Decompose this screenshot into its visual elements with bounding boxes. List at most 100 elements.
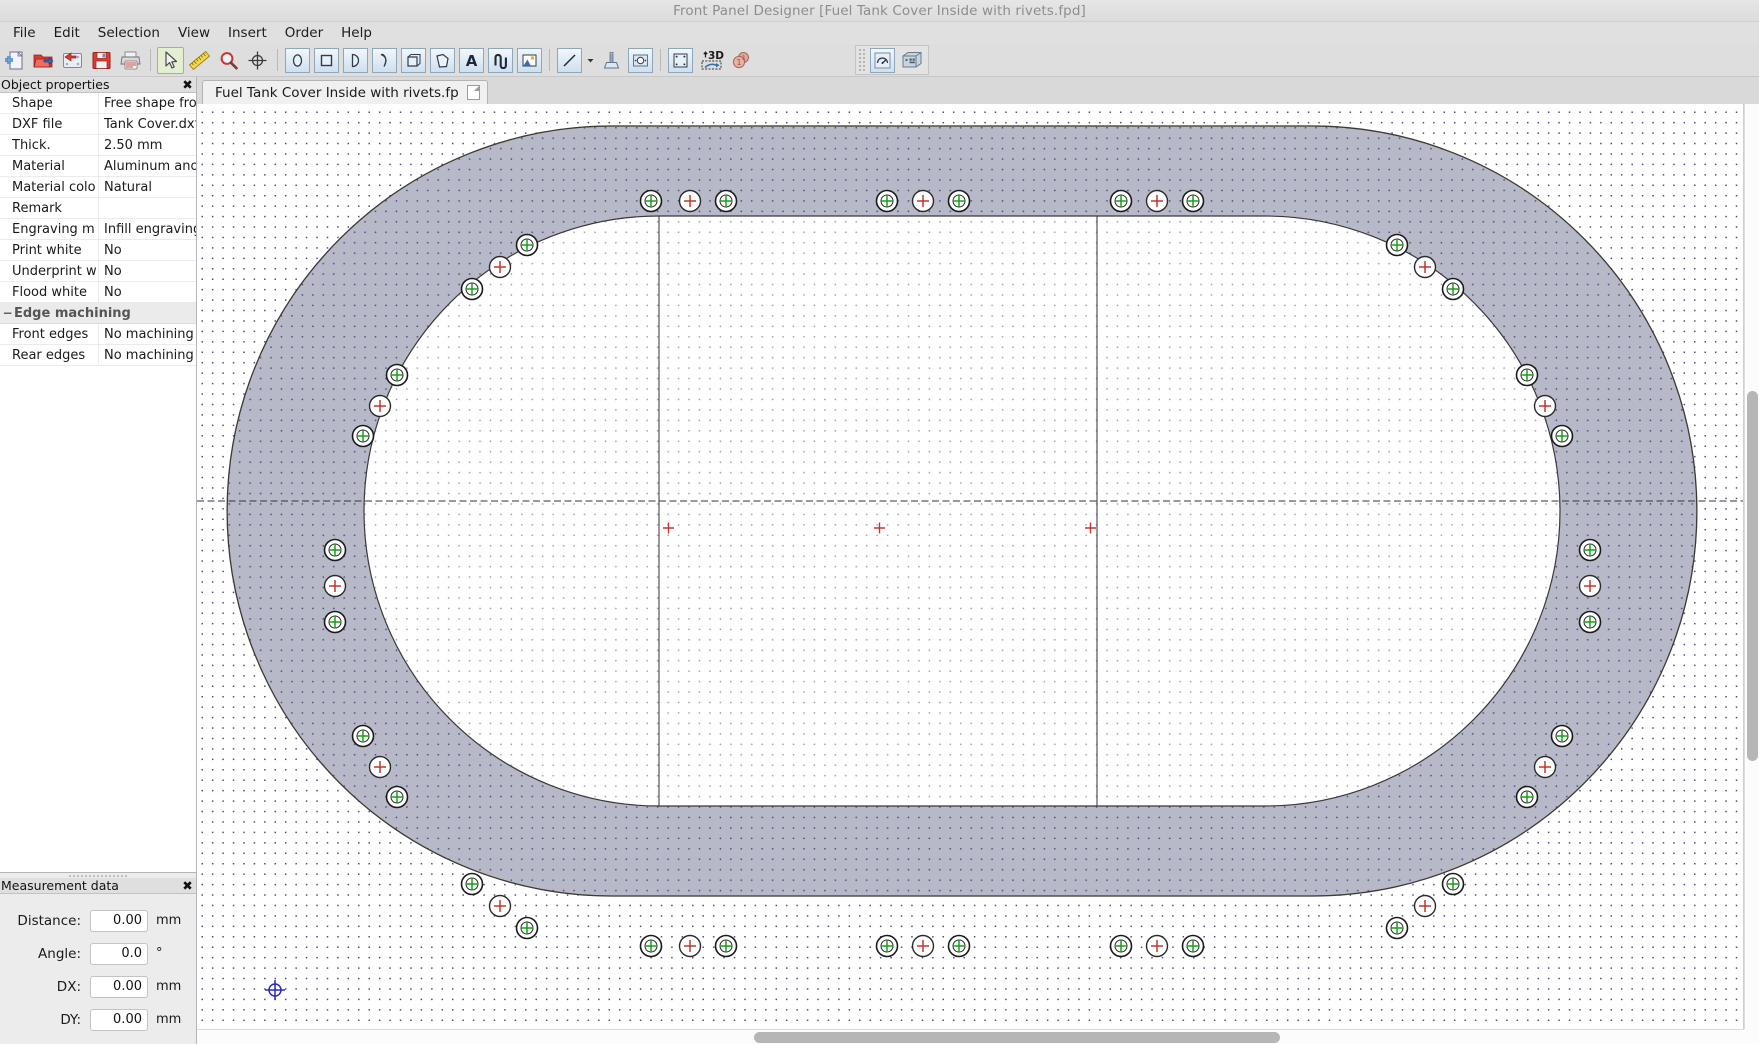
hole-marker-red bbox=[911, 934, 935, 958]
free-shape-icon bbox=[430, 47, 455, 73]
menu-help[interactable]: Help bbox=[332, 23, 381, 43]
zoom-tool-button[interactable] bbox=[215, 47, 242, 74]
property-group-edge-machining[interactable]: − Edge machining bbox=[0, 303, 196, 324]
property-value[interactable]: No machining bbox=[99, 324, 196, 345]
insert-threaded-stud-button[interactable] bbox=[598, 47, 625, 74]
dashboard-button[interactable] bbox=[869, 47, 896, 74]
object-properties-title: Object properties bbox=[1, 77, 110, 92]
dx-field[interactable]: 0.00 bbox=[90, 975, 148, 998]
print-button[interactable] bbox=[117, 47, 144, 74]
panel-body bbox=[226, 125, 1698, 897]
insert-free-shape-button[interactable] bbox=[429, 47, 456, 74]
menu-insert[interactable]: Insert bbox=[219, 23, 276, 43]
hole-marker-green bbox=[385, 785, 409, 809]
property-row-print-white[interactable]: Print white No bbox=[0, 239, 196, 261]
machine-box-icon bbox=[902, 52, 921, 68]
property-key: Engraving m bbox=[0, 218, 99, 240]
property-value[interactable]: No bbox=[99, 282, 196, 303]
menu-selection[interactable]: Selection bbox=[89, 23, 169, 43]
distance-field[interactable]: 0.00 bbox=[90, 909, 148, 932]
insert-round-hole-button[interactable] bbox=[284, 47, 311, 74]
document-icon bbox=[466, 85, 480, 100]
insert-line-button[interactable] bbox=[556, 47, 583, 74]
vertical-scrollbar-thumb[interactable] bbox=[1747, 390, 1758, 761]
new-document-button[interactable] bbox=[1, 47, 28, 74]
property-row-rear-edges[interactable]: Rear edges No machining bbox=[0, 344, 196, 366]
insert-symbol-button[interactable] bbox=[487, 47, 514, 74]
open-document-button[interactable] bbox=[30, 47, 57, 74]
insert-counterbore-button[interactable] bbox=[627, 47, 654, 74]
property-key: Underprint w bbox=[0, 260, 99, 282]
insert-pocket-button[interactable] bbox=[400, 47, 427, 74]
property-row-material[interactable]: Material Aluminum anod bbox=[0, 155, 196, 177]
hole-marker-red bbox=[1533, 755, 1557, 779]
property-row-remark[interactable]: Remark bbox=[0, 197, 196, 219]
select-tool-button[interactable] bbox=[157, 46, 184, 74]
measure-tool-button[interactable] bbox=[186, 47, 213, 74]
property-row-dxf-file[interactable]: DXF file Tank Cover.dxf bbox=[0, 113, 196, 135]
line-dropdown-button[interactable] bbox=[585, 47, 596, 74]
save-button[interactable] bbox=[88, 47, 115, 74]
object-properties-table[interactable]: Shape Free shape from DXF file Tank Cove… bbox=[0, 93, 196, 873]
left-dock: Object properties ✖ Shape Free shape fro… bbox=[0, 77, 197, 1044]
property-row-engraving-method[interactable]: Engraving m Infill engraving bbox=[0, 218, 196, 240]
close-icon[interactable]: ✖ bbox=[181, 77, 194, 92]
insert-rectangular-cutout-button[interactable] bbox=[313, 47, 340, 74]
chevron-down-icon bbox=[587, 58, 594, 62]
hole-marker-green bbox=[1181, 189, 1205, 213]
property-row-shape[interactable]: Shape Free shape from bbox=[0, 93, 196, 114]
property-row-underprint-white[interactable]: Underprint w No bbox=[0, 260, 196, 282]
text-a-icon: A bbox=[459, 47, 484, 73]
property-value[interactable]: Natural bbox=[99, 177, 196, 198]
property-value[interactable]: Tank Cover.dxf bbox=[99, 114, 196, 135]
horizontal-scrollbar-thumb[interactable] bbox=[753, 1032, 1280, 1043]
property-row-material-color[interactable]: Material colo Natural bbox=[0, 176, 196, 198]
property-value[interactable]: No machining bbox=[99, 345, 196, 366]
menu-order[interactable]: Order bbox=[276, 23, 332, 43]
property-value[interactable] bbox=[99, 198, 196, 219]
menu-edit[interactable]: Edit bbox=[45, 23, 89, 43]
document-tab[interactable]: Fuel Tank Cover Inside with rivets.fp bbox=[202, 80, 488, 104]
hole-marker-green bbox=[385, 363, 409, 387]
insert-image-button[interactable] bbox=[516, 47, 543, 74]
vertical-scrollbar[interactable] bbox=[1744, 104, 1759, 1029]
curved-cutout-icon bbox=[372, 47, 397, 73]
property-group-label: Edge machining bbox=[14, 305, 131, 321]
ruler-icon bbox=[189, 50, 210, 70]
origin-tool-button[interactable] bbox=[244, 47, 271, 74]
line-icon bbox=[557, 47, 582, 73]
menu-file[interactable]: File bbox=[4, 23, 45, 43]
d-cutout-icon bbox=[343, 47, 368, 73]
hole-marker-green bbox=[1181, 934, 1205, 958]
menu-view[interactable]: View bbox=[169, 23, 219, 43]
insert-curved-cutout-button[interactable] bbox=[371, 47, 398, 74]
property-value[interactable]: Free shape from bbox=[99, 93, 196, 114]
property-row-front-edges[interactable]: Front edges No machining bbox=[0, 323, 196, 345]
machine-view-button[interactable] bbox=[898, 47, 925, 74]
price-button[interactable]: 1 1 bbox=[728, 47, 755, 74]
toolbar-drag-handle[interactable] bbox=[858, 48, 865, 72]
toolbar-separator-4 bbox=[660, 49, 661, 71]
distance-label: Distance: bbox=[17, 912, 81, 929]
property-value[interactable]: Infill engraving bbox=[99, 219, 196, 240]
property-value[interactable]: No bbox=[99, 261, 196, 282]
property-key: Flood white bbox=[0, 281, 99, 303]
collapse-toggle-icon[interactable]: − bbox=[1, 306, 14, 320]
property-value[interactable]: No bbox=[99, 240, 196, 261]
horizontal-scrollbar[interactable] bbox=[197, 1029, 1744, 1044]
property-value[interactable]: 2.50 mm bbox=[99, 135, 196, 156]
dy-field[interactable]: 0.00 bbox=[90, 1008, 148, 1031]
close-icon[interactable]: ✖ bbox=[181, 878, 194, 893]
property-row-flood-white[interactable]: Flood white No bbox=[0, 281, 196, 303]
insert-text-button[interactable]: A bbox=[458, 47, 485, 74]
property-row-thickness[interactable]: Thick. 2.50 mm bbox=[0, 134, 196, 156]
property-key: Material colo bbox=[0, 176, 99, 198]
view-3d-button[interactable]: 3D bbox=[696, 47, 726, 74]
angle-field[interactable]: 0.0 bbox=[90, 942, 148, 965]
property-value[interactable]: Aluminum anod bbox=[99, 156, 196, 177]
import-dxf-button[interactable] bbox=[59, 47, 86, 74]
design-canvas[interactable] bbox=[197, 104, 1744, 1029]
magnifier-icon bbox=[220, 51, 238, 69]
panel-properties-button[interactable] bbox=[667, 47, 694, 74]
insert-d-cutout-button[interactable] bbox=[342, 47, 369, 74]
